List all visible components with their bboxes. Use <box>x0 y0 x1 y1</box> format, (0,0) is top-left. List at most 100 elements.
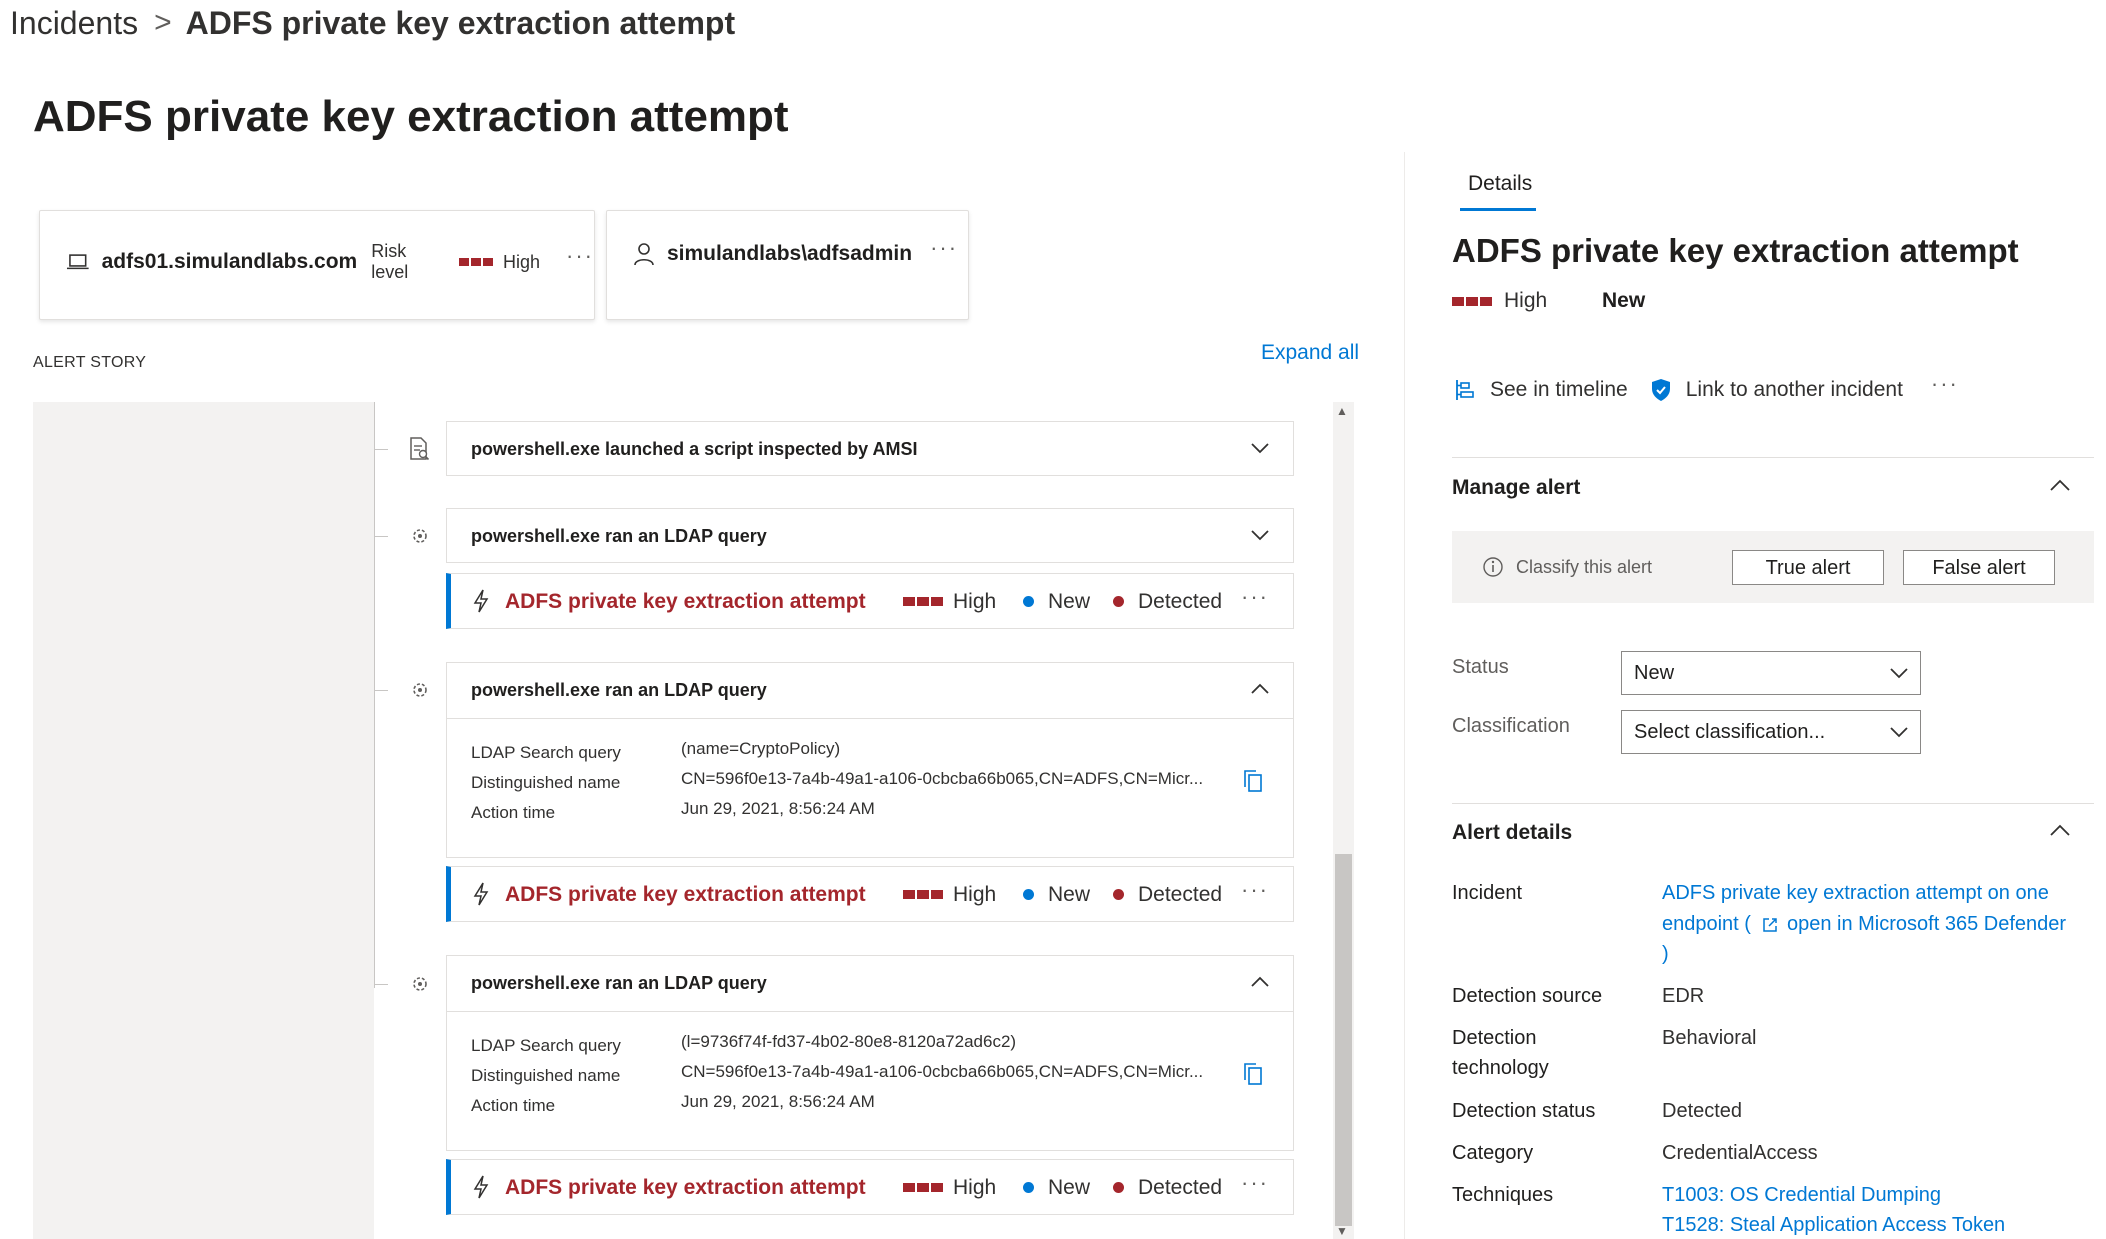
device-more-button[interactable]: ··· <box>566 243 594 269</box>
status-label: Status <box>1452 656 1509 678</box>
event-card[interactable]: powershell.exe ran an LDAP query <box>446 508 1294 563</box>
user-name[interactable]: simulandlabs\adfsadmin <box>667 242 912 266</box>
device-entity-card[interactable]: adfs01.simulandlabs.com Risk level High … <box>39 210 595 320</box>
breadcrumb-incidents-link[interactable]: Incidents <box>10 5 138 42</box>
event-card-expanded[interactable]: powershell.exe ran an LDAP query LDAP Se… <box>446 955 1294 1151</box>
detail-value: (l=9736f74f-fd37-4b02-80e8-8120a72ad6c2) <box>681 1032 1017 1051</box>
tree-line <box>374 402 375 988</box>
severity-bars-icon <box>903 597 943 606</box>
incident-link-line2[interactable]: endpoint ( open in Microsoft 365 Defende… <box>1662 913 2066 936</box>
manage-alert-title: Manage alert <box>1452 476 1581 499</box>
breadcrumb-current: ADFS private key extraction attempt <box>185 4 736 41</box>
event-card-expanded[interactable]: powershell.exe ran an LDAP query LDAP Se… <box>446 662 1294 858</box>
status-dot-icon <box>1023 596 1034 607</box>
external-link-icon <box>1763 917 1777 932</box>
alert-title-link[interactable]: ADFS private key extraction attempt <box>505 867 866 922</box>
pane-divider <box>1404 152 1405 1239</box>
detection-status-label: Detection status <box>1452 1100 1596 1122</box>
alert-more-button[interactable]: ··· <box>1241 1170 1269 1196</box>
copy-icon[interactable] <box>1242 1062 1264 1086</box>
link-to-incident-label: Link to another incident <box>1685 378 1903 401</box>
alert-more-button[interactable]: ··· <box>1241 877 1269 903</box>
scroll-down-arrow-icon[interactable]: ▼ <box>1336 1224 1348 1238</box>
detection-technology-label-line2: technology <box>1452 1057 1549 1079</box>
status-text: New <box>1048 1175 1091 1199</box>
alert-row[interactable]: ADFS private key extraction attempt High… <box>446 573 1294 629</box>
copy-icon[interactable] <box>1242 769 1264 793</box>
incident-link-close[interactable]: ) <box>1662 943 1669 966</box>
alert-more-button[interactable]: ··· <box>1241 584 1269 610</box>
event-title: powershell.exe launched a script inspect… <box>471 439 918 459</box>
detection-text: Detected <box>1138 882 1223 906</box>
event-card[interactable]: powershell.exe launched a script inspect… <box>446 421 1294 476</box>
expand-all-link[interactable]: Expand all <box>1261 341 1359 365</box>
shield-icon <box>1651 379 1670 401</box>
detail-label: Distinguished name <box>471 1066 621 1085</box>
user-entity-card[interactable]: simulandlabs\adfsadmin ··· <box>606 210 969 320</box>
details-severity: High <box>1452 286 1547 316</box>
event-title: powershell.exe ran an LDAP query <box>471 526 767 546</box>
classification-dropdown-value: Select classification... <box>1634 721 1826 743</box>
detection-text: Detected <box>1138 1175 1223 1199</box>
chevron-up-icon[interactable] <box>2048 474 2072 498</box>
query-gear-icon <box>413 977 427 991</box>
detection-text: Detected <box>1138 589 1223 613</box>
detail-label: LDAP Search query <box>471 1036 621 1055</box>
detection-status-value: Detected <box>1662 1100 1743 1122</box>
severity-text: High <box>953 882 997 906</box>
status-text: New <box>1048 589 1091 613</box>
details-actions: See in timeline Link to another incident… <box>1452 371 1959 406</box>
detection-dot-icon <box>1113 1182 1124 1193</box>
alert-severity: High <box>903 1160 996 1215</box>
link-to-incident-button[interactable]: Link to another incident <box>1648 377 1903 403</box>
chevron-up-icon[interactable] <box>1249 678 1271 700</box>
alert-detection-status: Detected <box>1113 1160 1222 1215</box>
query-gear-icon <box>413 529 427 543</box>
detail-value: CN=596f0e13-7a4b-49a1-a106-0cbcba66b065,… <box>681 1062 1204 1081</box>
event-details: LDAP Search query (name=CryptoPolicy) Di… <box>447 718 1293 858</box>
see-in-timeline-button[interactable]: See in timeline <box>1452 377 1628 403</box>
alert-row[interactable]: ADFS private key extraction attempt High… <box>446 866 1294 922</box>
page-title: ADFS private key extraction attempt <box>33 92 789 141</box>
incident-link[interactable]: ADFS private key extraction attempt on o… <box>1662 882 2049 905</box>
true-alert-button[interactable]: True alert <box>1732 550 1884 585</box>
classify-label: Classify this alert <box>1482 531 1652 603</box>
scroll-up-arrow-icon[interactable]: ▲ <box>1336 404 1348 418</box>
device-name[interactable]: adfs01.simulandlabs.com <box>102 250 358 274</box>
chevron-up-icon[interactable] <box>1249 971 1271 993</box>
chevron-up-icon[interactable] <box>2048 819 2072 843</box>
user-more-button[interactable]: ··· <box>930 235 958 261</box>
alert-title-link[interactable]: ADFS private key extraction attempt <box>505 1160 866 1215</box>
alert-row[interactable]: ADFS private key extraction attempt High… <box>446 1159 1294 1215</box>
alert-title-link[interactable]: ADFS private key extraction attempt <box>505 574 866 629</box>
details-title: ADFS private key extraction attempt <box>1452 232 2019 269</box>
detail-value: Jun 29, 2021, 8:56:24 AM <box>681 1092 875 1111</box>
alert-story-label: ALERT STORY <box>33 354 147 371</box>
status-dropdown[interactable]: New <box>1621 651 1921 695</box>
lightning-bolt-icon <box>473 882 489 906</box>
chevron-down-icon[interactable] <box>1249 437 1271 459</box>
severity-text: High <box>953 1175 997 1199</box>
detail-value: CN=596f0e13-7a4b-49a1-a106-0cbcba66b065,… <box>681 769 1204 788</box>
chevron-down-icon[interactable] <box>1249 524 1271 546</box>
false-alert-button[interactable]: False alert <box>1903 550 2055 585</box>
tab-details[interactable]: Details <box>1468 172 1532 196</box>
tree-tick <box>374 984 388 985</box>
detection-dot-icon <box>1113 889 1124 900</box>
classification-dropdown[interactable]: Select classification... <box>1621 710 1921 754</box>
details-status: New <box>1602 289 1646 312</box>
event-title: powershell.exe ran an LDAP query <box>471 973 767 993</box>
severity-bars-icon <box>1452 296 1492 306</box>
technique-link[interactable]: T1528: Steal Application Access Token <box>1662 1214 2005 1237</box>
detection-source-label: Detection source <box>1452 985 1603 1007</box>
detail-label: Distinguished name <box>471 773 621 792</box>
tab-active-indicator <box>1460 208 1536 211</box>
risk-level-value: High <box>502 251 541 272</box>
section-divider <box>1452 457 2094 458</box>
details-more-button[interactable]: ··· <box>1931 371 1959 397</box>
tree-tick <box>374 449 388 450</box>
scrollbar-thumb[interactable] <box>1335 854 1352 1226</box>
technique-link[interactable]: T1003: OS Credential Dumping <box>1662 1184 1941 1207</box>
laptop-icon <box>66 254 89 270</box>
status-text: New <box>1048 882 1091 906</box>
